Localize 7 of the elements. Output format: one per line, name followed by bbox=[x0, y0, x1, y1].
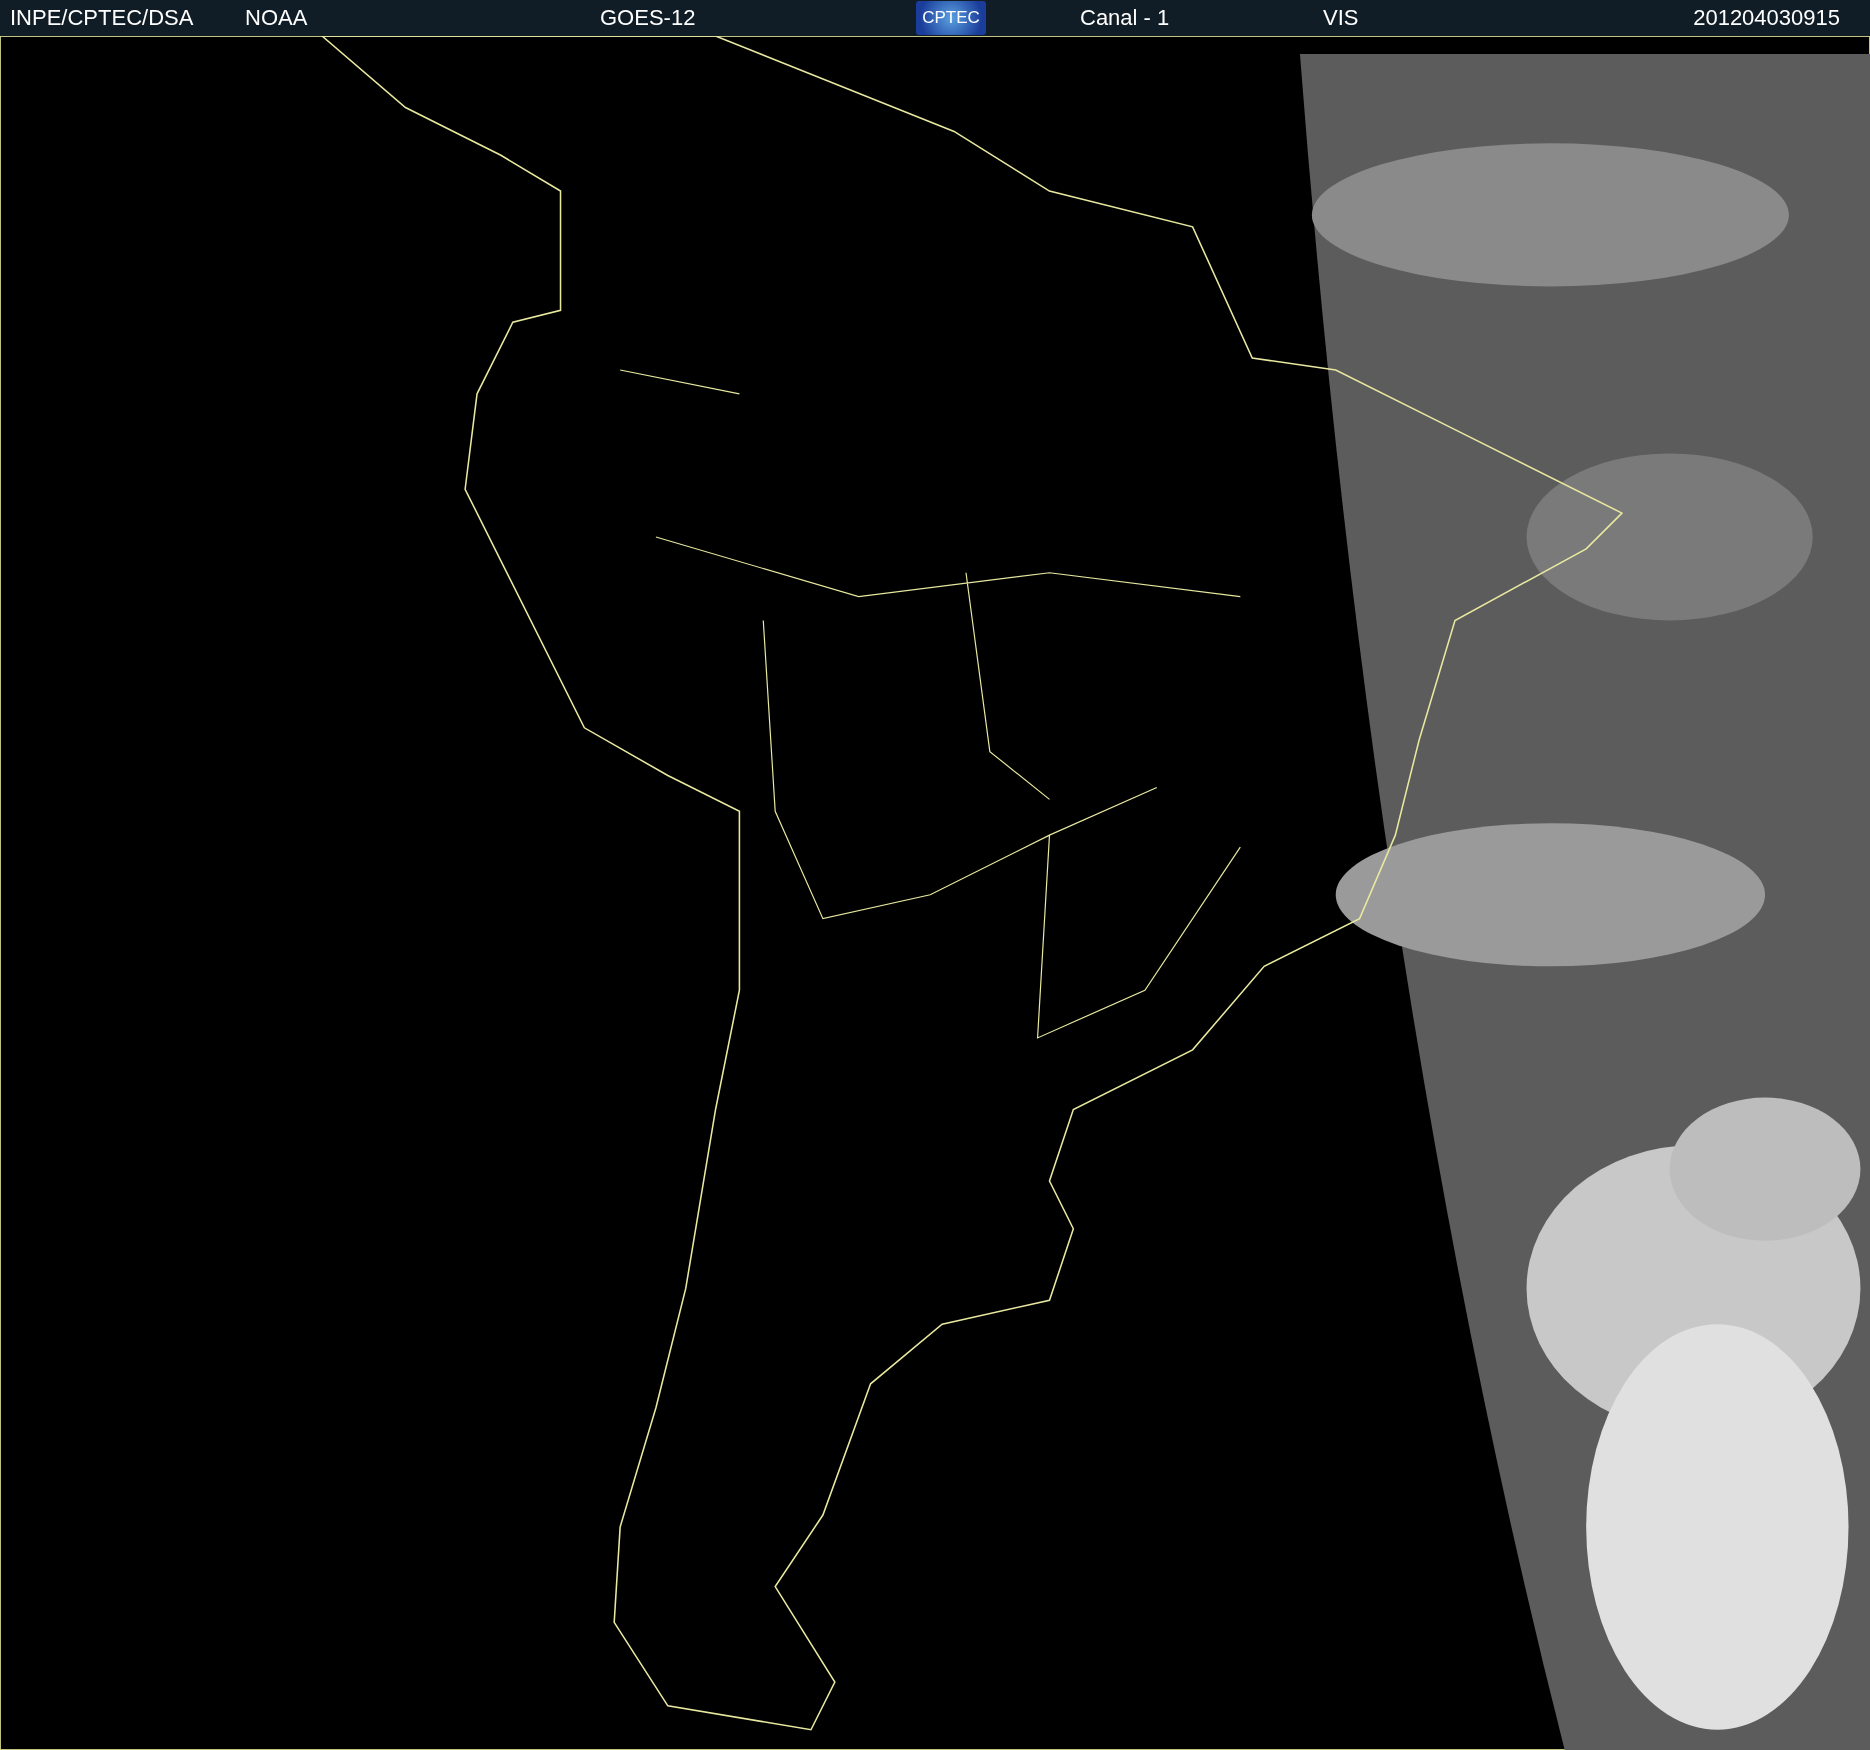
agency-label: INPE/CPTEC/DSA bbox=[10, 5, 194, 31]
operator-label: NOAA bbox=[245, 5, 308, 31]
band-label: VIS bbox=[1323, 5, 1359, 31]
logo: CPTEC bbox=[916, 1, 986, 35]
channel-label: Canal - 1 bbox=[1080, 5, 1170, 31]
satellite-label: GOES-12 bbox=[600, 5, 696, 31]
timestamp-label: 201204030915 bbox=[1693, 5, 1840, 31]
